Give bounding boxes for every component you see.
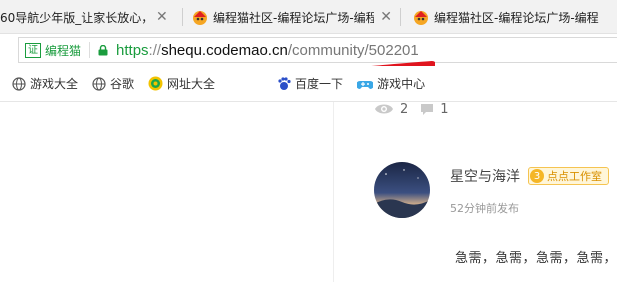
url-text[interactable]: https://shequ.codemao.cn/community/50220… [116,42,419,59]
post-content: 急需，急需，急需，急需， [455,251,617,266]
url-host: shequ.codemao.cn [161,41,288,59]
globe-icon [12,76,26,91]
badge-level: 3 [530,169,544,183]
view-count: 2 [400,101,409,117]
bookmarks-bar: 游戏大全 谷歌 网址大全 百度一下 游戏中心 [0,66,617,102]
game-center-icon [357,80,374,89]
author-name[interactable]: 星空与海洋 [450,166,520,186]
starry-avatar-image [374,162,430,218]
baidu-icon [278,76,291,90]
address-divider [89,42,91,58]
bookmark-google[interactable]: 谷歌 [92,75,134,92]
toolbar: 证 编程猫 https://shequ.codemao.cn/community… [0,34,617,66]
left-pane [0,102,334,282]
bookmark-label: 游戏中心 [377,77,426,91]
bookmark-game-center[interactable]: 游戏中心 [357,75,425,92]
post-time: 52分钟前发布 [450,202,519,215]
tab-divider [182,8,183,26]
url-path: /community/502201 [287,41,419,59]
badge-text: 点点工作室 [547,170,602,183]
360-icon [148,76,163,91]
author-line: 星空与海洋 3 点点工作室 [450,166,609,186]
bookmark-label: 网址大全 [167,77,216,91]
lock-icon [98,44,108,55]
eye-icon [375,104,393,114]
post-stats: 2 1 [374,101,461,117]
cert-badge: 证 [25,42,41,58]
comment-icon [421,103,434,115]
bookmark-hao360[interactable]: 网址大全 [148,75,215,92]
certificate-indicator[interactable]: 证 编程猫 [25,42,81,59]
studio-badge[interactable]: 3 点点工作室 [528,167,609,185]
bookmark-label: 游戏大全 [30,77,79,91]
close-tab-icon[interactable]: ✕ [156,9,168,25]
globe-icon [92,76,106,91]
avatar[interactable] [374,162,430,218]
codemao-favicon-icon [193,11,207,25]
tab-divider [400,8,401,26]
bookmark-label: 谷歌 [110,77,135,91]
tab-title: 编程猫社区-编程论坛广场-编程 [213,10,375,25]
bookmark-label: 百度一下 [295,77,344,91]
tab-2[interactable]: 编程猫社区-编程论坛广场-编程 ✕ [192,0,392,34]
page-content: 2 1 星空与海洋 3 点点工作室 52分钟前发布 急需，急需，急需，急需， [0,102,617,282]
tab-3[interactable]: 编程猫社区-编程论坛广场-编程 [413,0,617,34]
tab-1[interactable]: 60导航少年版_让家长放心， ✕ [0,0,170,34]
cert-owner: 编程猫 [45,43,82,58]
address-bar[interactable]: 证 编程猫 https://shequ.codemao.cn/community… [18,37,617,63]
url-scheme: https [116,41,149,59]
comment-count: 1 [440,101,449,117]
url-separator: :// [148,41,162,59]
bookmark-games[interactable]: 游戏大全 [12,75,78,92]
bookmark-baidu[interactable]: 百度一下 [277,75,343,92]
tab-title: 60导航少年版_让家长放心， [0,10,150,25]
tab-title: 编程猫社区-编程论坛广场-编程 [434,10,599,25]
close-tab-icon[interactable]: ✕ [380,9,392,25]
tab-strip: 60导航少年版_让家长放心， ✕ 编程猫社区-编程论坛广场-编程 ✕ 编程猫社区… [0,0,617,34]
codemao-favicon-icon [414,11,428,25]
